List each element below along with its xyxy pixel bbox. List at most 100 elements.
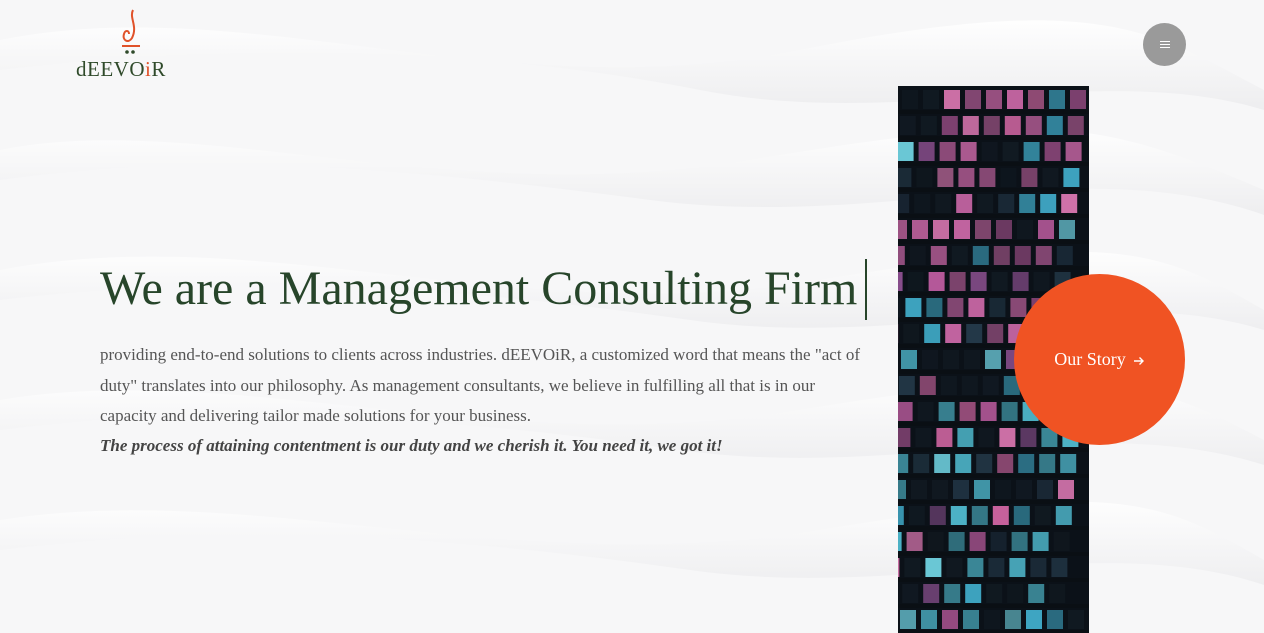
- building-window: [976, 454, 993, 473]
- menu-button[interactable]: [1143, 23, 1186, 66]
- building-window: [982, 376, 999, 395]
- building-window: [898, 532, 902, 551]
- building-window: [956, 194, 973, 213]
- building-floor-beam: [898, 162, 1089, 166]
- building-window: [996, 220, 1012, 239]
- hero-tagline: The process of attaining contentment is …: [100, 436, 723, 455]
- building-window: [1060, 454, 1077, 473]
- building-window: [993, 246, 1010, 265]
- building-window: [984, 610, 1000, 629]
- building-window: [914, 194, 931, 213]
- building-window: [1058, 480, 1074, 499]
- building-window: [920, 116, 937, 135]
- building-window: [965, 90, 981, 109]
- building-window: [898, 402, 913, 421]
- building-window: [899, 116, 916, 135]
- building-window: [900, 610, 916, 629]
- building-window: [898, 454, 909, 473]
- building-window: [1049, 90, 1065, 109]
- building-window: [1046, 116, 1063, 135]
- building-window: [1026, 610, 1042, 629]
- building-window: [898, 168, 912, 187]
- building-window: [905, 298, 922, 317]
- hamburger-menu-icon: [1159, 41, 1170, 48]
- building-window: [986, 90, 1002, 109]
- building-window: [966, 324, 983, 343]
- building-window: [1002, 142, 1019, 161]
- building-window: [985, 350, 1001, 369]
- hero-title: We are a Management Consulting Firm: [100, 262, 858, 315]
- building-window: [1068, 610, 1084, 629]
- building-window: [995, 480, 1011, 499]
- building-window: [1025, 116, 1042, 135]
- building-window: [972, 246, 989, 265]
- building-window: [961, 376, 978, 395]
- building-window: [1007, 584, 1024, 603]
- building-window: [934, 454, 951, 473]
- building-window: [930, 246, 947, 265]
- building-window: [1020, 428, 1037, 447]
- building-window: [901, 350, 917, 369]
- building-window: [965, 584, 982, 603]
- building-window: [962, 116, 979, 135]
- building-window: [948, 532, 965, 551]
- building-window: [960, 142, 977, 161]
- our-story-label: Our Story: [1054, 349, 1126, 369]
- building-window: [987, 324, 1004, 343]
- building-window: [1033, 272, 1050, 291]
- building-window: [921, 610, 937, 629]
- logo[interactable]: dEEVOiR: [76, 8, 186, 82]
- building-window: [946, 558, 963, 577]
- building-window: [1014, 246, 1031, 265]
- building-window: [959, 402, 976, 421]
- building-window: [944, 584, 961, 603]
- building-window: [1037, 480, 1053, 499]
- building-window: [1063, 168, 1080, 187]
- our-story-button[interactable]: Our Story: [1014, 274, 1185, 445]
- building-window: [1018, 454, 1035, 473]
- building-window: [1004, 116, 1021, 135]
- building-window: [1051, 558, 1068, 577]
- building-window: [935, 194, 952, 213]
- building-window: [999, 428, 1016, 447]
- building-window: [922, 350, 938, 369]
- building-window: [964, 350, 980, 369]
- building-window: [1028, 90, 1044, 109]
- building-window: [954, 220, 970, 239]
- building-window: [1053, 532, 1070, 551]
- building-window: [906, 532, 923, 551]
- building-window: [997, 454, 1014, 473]
- building-window: [1007, 90, 1023, 109]
- building-window: [974, 480, 990, 499]
- building-window: [958, 168, 975, 187]
- building-window: [898, 220, 907, 239]
- hero-description: providing end-to-end solutions to client…: [100, 345, 860, 425]
- building-window: [975, 220, 991, 239]
- building-floor-beam: [898, 240, 1089, 244]
- building-window: [918, 142, 935, 161]
- building-window: [955, 454, 972, 473]
- building-window: [1032, 532, 1049, 551]
- building-window: [979, 168, 996, 187]
- building-window: [1000, 168, 1017, 187]
- building-window: [1070, 90, 1086, 109]
- building-window: [1001, 402, 1018, 421]
- building-window: [919, 376, 936, 395]
- building-window: [1039, 454, 1056, 473]
- building-window: [943, 350, 959, 369]
- arrow-right-icon: [1133, 356, 1144, 365]
- building-floor-beam: [898, 136, 1089, 140]
- building-window: [991, 272, 1008, 291]
- building-window: [945, 324, 962, 343]
- building-window: [942, 610, 958, 629]
- building-window: [924, 324, 941, 343]
- building-window: [1059, 220, 1075, 239]
- building-floor-beam: [898, 110, 1089, 114]
- building-window: [932, 480, 948, 499]
- building-window: [981, 142, 998, 161]
- building-window: [937, 168, 954, 187]
- building-window: [971, 506, 988, 525]
- building-window: [1061, 194, 1078, 213]
- building-window: [953, 480, 969, 499]
- building-window: [898, 428, 911, 447]
